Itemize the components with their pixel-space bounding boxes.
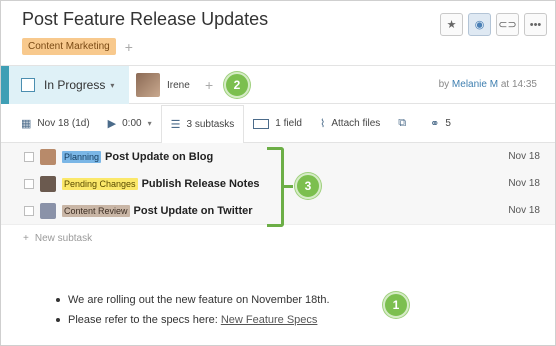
attach-label: Attach files — [331, 118, 381, 129]
attach-button[interactable]: ⌇ Attach files — [311, 105, 389, 143]
subtask-checkbox[interactable] — [24, 178, 34, 189]
subtask-status-tag: Content Review — [62, 204, 130, 217]
plus-icon: + — [23, 233, 29, 244]
description-item: Please refer to the specs here: New Feat… — [56, 310, 330, 330]
share-count: 5 — [445, 118, 451, 129]
status-row: In Progress ▾ Irene + by Melanie M at 14… — [1, 65, 555, 104]
subtask-date: Nov 18 — [508, 205, 540, 216]
date-button[interactable]: ▦ Nov 18 (1d) — [1, 105, 99, 143]
bullet — [56, 298, 60, 302]
subtasks-tab[interactable]: ☰ 3 subtasks — [160, 104, 245, 144]
page-title: Post Feature Release Updates — [22, 9, 269, 29]
subtask-name[interactable]: Post Update on Blog — [105, 151, 213, 163]
byline-time: at 14:35 — [500, 79, 537, 90]
callout-badge-1: 1 — [383, 292, 409, 318]
avatar — [40, 175, 56, 192]
star-icon[interactable]: ★ — [440, 13, 463, 36]
task-description[interactable]: We are rolling out the new feature on No… — [56, 290, 330, 330]
list-icon: ☰ — [170, 119, 181, 131]
specs-link[interactable]: New Feature Specs — [221, 314, 318, 326]
subtasks-label: 3 subtasks — [186, 119, 235, 130]
date-label: Nov 18 (1d) — [37, 118, 90, 129]
assignee-name: Irene — [167, 79, 190, 91]
status-accent — [1, 66, 9, 104]
subtask-name[interactable]: Post Update on Twitter — [134, 205, 253, 217]
timer-label: 0:00 — [122, 118, 142, 129]
subtask-checkbox[interactable] — [24, 205, 34, 216]
avatar — [40, 148, 56, 165]
share-icon: ⚭ — [430, 118, 440, 130]
dependency-button[interactable]: ⧉ — [389, 105, 421, 143]
share-button[interactable]: ⚭ 5 — [421, 105, 460, 143]
status-label: In Progress — [44, 78, 106, 92]
more-icon[interactable]: ••• — [524, 13, 547, 36]
paperclip-icon: ⌇ — [319, 118, 326, 130]
byline: by Melanie M at 14:35 — [439, 79, 537, 90]
subtask-date: Nov 18 — [508, 151, 540, 162]
link-icon[interactable]: ⊂⊃ — [496, 13, 519, 36]
tag-row: Content Marketing + — [22, 38, 133, 55]
description-text: We are rolling out the new feature on No… — [68, 294, 330, 306]
subtask-bracket — [267, 147, 284, 227]
subtask-status-tag: Planning — [62, 150, 102, 163]
timer-button[interactable]: ▶ 0:00 ▾ — [99, 105, 161, 143]
bracket-stem — [284, 185, 293, 188]
bullet — [56, 318, 60, 322]
subtask-status-tag: Pending Changes — [62, 177, 138, 190]
callout-badge-2: 2 — [224, 72, 250, 98]
subtask-checkbox[interactable] — [24, 151, 34, 162]
add-assignee-button[interactable]: + — [205, 77, 213, 93]
field-button[interactable]: 1 field — [244, 105, 311, 143]
task-panel: Post Feature Release Updates Content Mar… — [0, 0, 556, 346]
field-label: 1 field — [275, 118, 302, 129]
chevron-down-icon: ▾ — [147, 119, 152, 128]
field-icon — [253, 118, 270, 129]
add-tag-button[interactable]: + — [125, 39, 133, 55]
description-item: We are rolling out the new feature on No… — [56, 290, 330, 310]
author-link[interactable]: Melanie M — [452, 79, 498, 90]
avatar — [136, 73, 160, 97]
subtask-name[interactable]: Publish Release Notes — [142, 178, 260, 190]
status-dropdown[interactable]: In Progress ▾ — [9, 66, 129, 104]
subtask-date: Nov 18 — [508, 178, 540, 189]
dependency-icon: ⧉ — [398, 117, 407, 129]
folder-tag[interactable]: Content Marketing — [22, 38, 116, 55]
new-subtask-button[interactable]: + New subtask — [1, 224, 555, 252]
new-subtask-label: New subtask — [34, 233, 93, 244]
description-text: Please refer to the specs here: — [68, 314, 218, 326]
rss-icon[interactable]: ◉ — [468, 13, 491, 36]
avatar — [40, 202, 56, 219]
play-icon: ▶ — [107, 118, 117, 130]
status-checkbox[interactable] — [21, 78, 35, 92]
byline-prefix: by — [438, 79, 450, 90]
callout-badge-3: 3 — [295, 173, 321, 199]
header-buttons: ★ ◉ ⊂⊃ ••• — [440, 13, 547, 36]
task-toolbar: ▦ Nov 18 (1d) ▶ 0:00 ▾ ☰ 3 subtasks 1 fi… — [1, 104, 555, 144]
chevron-down-icon: ▾ — [110, 80, 115, 90]
calendar-icon: ▦ — [21, 118, 32, 130]
assignee[interactable]: Irene — [136, 73, 190, 97]
